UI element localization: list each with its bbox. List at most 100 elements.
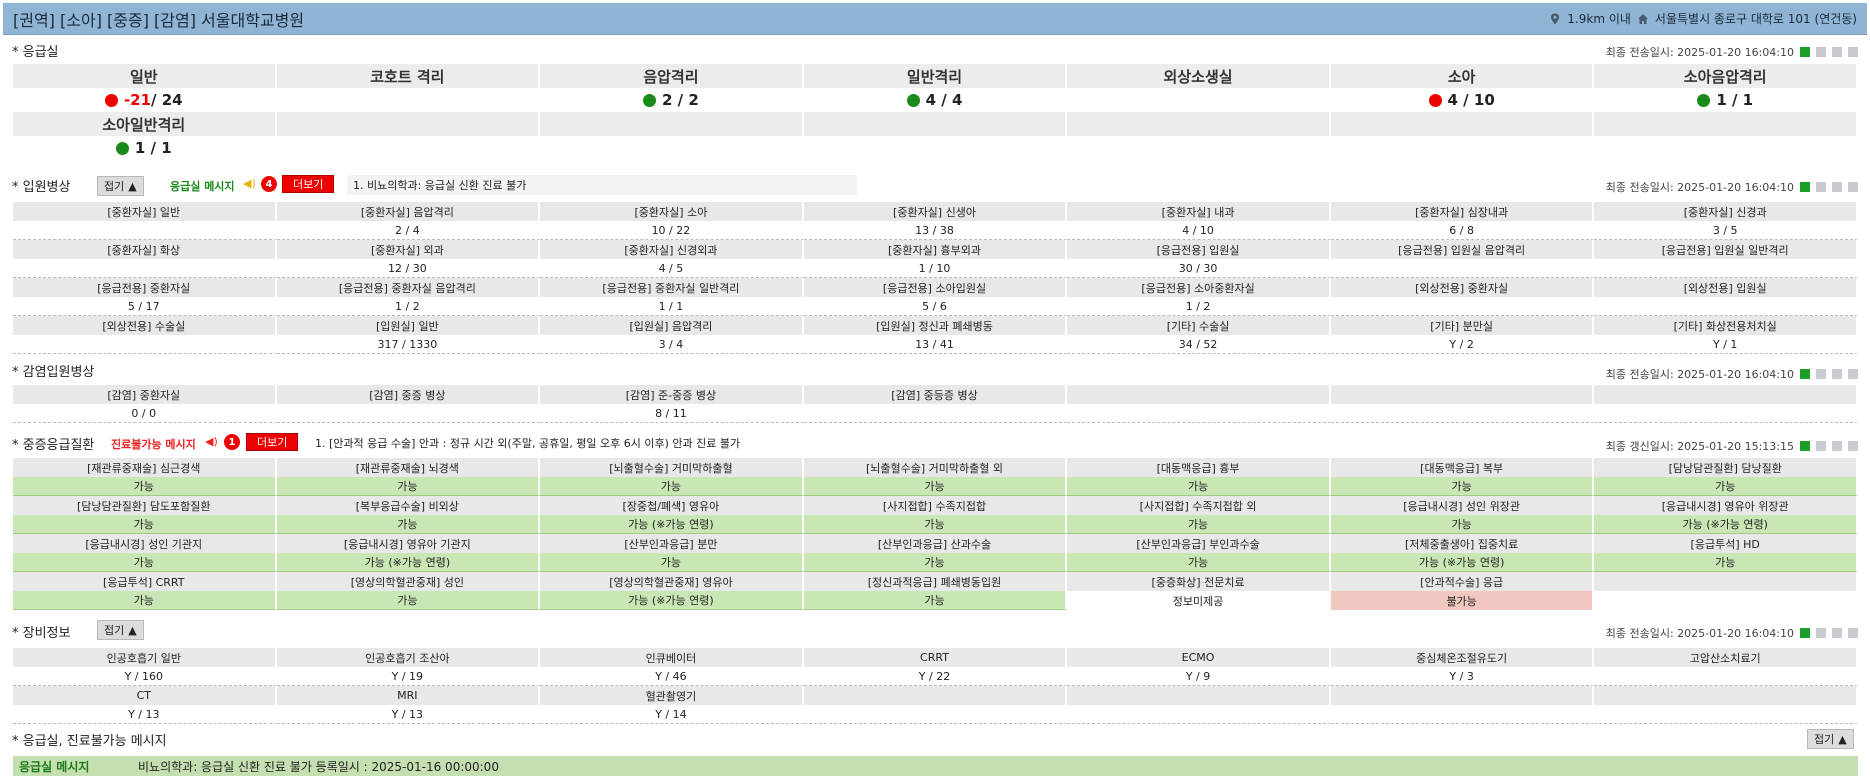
unavailable-message-label: 진료불가능 메시지 xyxy=(111,438,196,451)
grid-label-cell xyxy=(1594,385,1858,404)
status-dot-icon xyxy=(906,93,920,107)
grid-label-cell: [중환자실] 소아 xyxy=(540,202,804,221)
grid-value-cell: 가능 xyxy=(13,591,277,610)
er-value: -21 xyxy=(123,91,152,109)
er-value-cell: 4 / 10 xyxy=(1330,88,1595,112)
grid-label-cell: [중환자실] 흉부외과 xyxy=(803,240,1068,259)
status-square-icon xyxy=(1816,369,1826,379)
grid-value-cell: 3 / 5 xyxy=(1594,221,1858,240)
grid-label-cell xyxy=(1594,572,1858,591)
grid-value-cell: 1 / 2 xyxy=(1067,297,1331,316)
grid-value-cell: 가능 (※가능 연령) xyxy=(1330,553,1595,572)
grid-value-cell: 3 / 4 xyxy=(540,335,804,354)
grid-value-cell: 가능 xyxy=(13,553,277,572)
severe-grid: [재관류중재술] 심근경색 [재관류중재술] 뇌경색 [뇌출혈수술] 거미막하출혈[… xyxy=(13,458,1858,610)
grid-value-cell: Y / 2 xyxy=(1330,335,1595,354)
grid-value-cell: 가능 xyxy=(1594,553,1858,572)
grid-value-cell xyxy=(1330,404,1595,423)
grid-value-cell: Y / 14 xyxy=(540,705,804,724)
er-value-cell: -21 / 24 xyxy=(13,88,277,112)
grid-label-cell: [감염] 준-중증 병상 xyxy=(540,385,804,404)
er-message-row-text: 비뇨의학과: 응급실 신환 진료 불가 등록일시 : 2025-01-16 00… xyxy=(138,759,499,774)
grid-label-cell: [재관류중재술] 뇌경색 xyxy=(276,458,541,477)
severe-more-button[interactable]: 더보기 xyxy=(246,433,299,451)
grid-label-cell xyxy=(1330,686,1595,705)
grid-label-cell: [감염] 중환자실 xyxy=(13,385,277,404)
grid-label-cell: [입원실] 정신과 폐쇄병동 xyxy=(803,316,1068,335)
status-square-icon xyxy=(1848,441,1858,451)
grid-value-cell: Y / 1 xyxy=(1594,335,1858,354)
ward-message-text: 1. 비뇨의학과: 응급실 신환 진료 불가 xyxy=(347,175,857,195)
grid-value-cell: 가능 xyxy=(803,553,1068,572)
grid-label-cell: [기타] 수술실 xyxy=(1067,316,1331,335)
grid-label-cell: [외상전용] 수술실 xyxy=(13,316,277,335)
grid-value-cell: 6 / 8 xyxy=(1330,221,1595,240)
hospital-title: [권역] [소아] [중증] [감염] 서울대학교병원 xyxy=(13,10,305,30)
grid-value-cell: 가능 (※가능 연령) xyxy=(540,591,804,610)
hospital-header: [권역] [소아] [중증] [감염] 서울대학교병원 1.9km 이내 서울특… xyxy=(3,3,1867,35)
grid-value-cell: 4 / 5 xyxy=(540,259,804,278)
speaker-icon: ◀) xyxy=(243,177,256,190)
er-header-cell xyxy=(276,112,541,136)
er-value-cell xyxy=(1330,136,1595,160)
er-message-row-label: 응급실 메시지 xyxy=(19,759,90,774)
grid-label-cell: [정신과적응급] 폐쇄병동입원 xyxy=(803,572,1068,591)
er-grid: 일반 코호트 격리 음압격리 일반격리 외상소생실 소아 소아음압격리 -21 / 24 2 /… xyxy=(13,64,1858,160)
er-message-row: 응급실 메시지 비뇨의학과: 응급실 신환 진료 불가 등록일시 : 2025-… xyxy=(13,756,1858,776)
er-value-cell xyxy=(276,136,541,160)
grid-label-cell xyxy=(1594,686,1858,705)
grid-value-cell: 가능 xyxy=(540,477,804,496)
grid-value-cell xyxy=(1330,705,1595,724)
grid-label-cell: [재관류중재술] 심근경색 xyxy=(13,458,277,477)
grid-value-cell: 2 / 4 xyxy=(276,221,541,240)
status-dot-icon xyxy=(104,93,118,107)
grid-value-cell xyxy=(1594,705,1858,724)
grid-label-cell: [사지접합] 수족지접합 xyxy=(803,496,1068,515)
equip-grid: 인공호흡기 일반 인공호흡기 조산아 인큐베이터 CRRT ECMO 중심체온조절유도기 고… xyxy=(13,648,1858,724)
grid-label-cell: [기타] 화상전용처치실 xyxy=(1594,316,1858,335)
status-square-icon xyxy=(1848,47,1858,57)
grid-label-cell: [중환자실] 심장내과 xyxy=(1330,202,1595,221)
grid-label-cell: [산부인과응급] 부인과수술 xyxy=(1067,534,1331,553)
infect-grid: [감염] 중환자실 [감염] 중증 병상 [감염] 준-중증 병상 [감염] 중등증 … xyxy=(13,385,1858,423)
grid-label-cell: [중환자실] 일반 xyxy=(13,202,277,221)
grid-label-cell: [응급전용] 소아입원실 xyxy=(803,278,1068,297)
grid-value-cell xyxy=(1067,404,1331,423)
grid-value-cell: 가능 (※가능 연령) xyxy=(1594,515,1858,534)
grid-value-cell: 가능 xyxy=(1067,553,1331,572)
grid-value-cell xyxy=(1594,259,1858,278)
ward-fold-button[interactable]: 접기 ▲ xyxy=(97,176,144,196)
grid-label-cell xyxy=(1330,385,1595,404)
er-value: 1 / 1 xyxy=(1716,91,1754,109)
er-meta: 최종 전송일시: 2025-01-20 16:04:10 xyxy=(1606,44,1858,60)
er-value: 4 / 10 xyxy=(1447,91,1495,109)
equip-last-sent: 최종 전송일시: 2025-01-20 16:04:10 xyxy=(1605,627,1794,640)
grid-label-cell: [산부인과응급] 산과수술 xyxy=(803,534,1068,553)
grid-value-cell: 13 / 38 xyxy=(803,221,1068,240)
er-value-cell xyxy=(803,136,1068,160)
grid-label-cell: [응급전용] 중환자실 xyxy=(13,278,277,297)
er-header-cell: 외상소생실 xyxy=(1067,64,1331,88)
grid-value-cell: Y / 46 xyxy=(540,667,804,686)
grid-value-cell: 10 / 22 xyxy=(540,221,804,240)
grid-label-cell: [응급내시경] 영유아 기관지 xyxy=(276,534,541,553)
grid-value-cell: 가능 xyxy=(1330,515,1595,534)
grid-value-cell: 가능 xyxy=(803,591,1068,610)
messages-fold-button[interactable]: 접기 ▲ xyxy=(1807,729,1854,749)
grid-value-cell: 4 / 10 xyxy=(1067,221,1331,240)
er-header-cell: 일반 xyxy=(13,64,277,88)
home-icon xyxy=(1637,13,1648,24)
speaker-icon: ◀) xyxy=(205,435,218,448)
severe-last-updated: 최종 갱신일시: 2025-01-20 15:13:15 xyxy=(1605,440,1794,453)
grid-label-cell: [응급내시경] 영유아 위장관 xyxy=(1594,496,1858,515)
grid-label-cell: [입원실] 음압격리 xyxy=(540,316,804,335)
grid-label-cell: [영상의학혈관중재] 성인 xyxy=(276,572,541,591)
grid-value-cell xyxy=(1594,591,1858,610)
er-value-cell xyxy=(540,136,804,160)
er-section-title: * 응급실 xyxy=(12,45,59,60)
grid-value-cell: 가능 xyxy=(1330,477,1595,496)
ward-more-button[interactable]: 더보기 xyxy=(282,175,335,193)
equip-fold-button[interactable]: 접기 ▲ xyxy=(97,620,144,640)
er-value-cell xyxy=(1067,136,1331,160)
er-value-cell xyxy=(276,88,541,112)
